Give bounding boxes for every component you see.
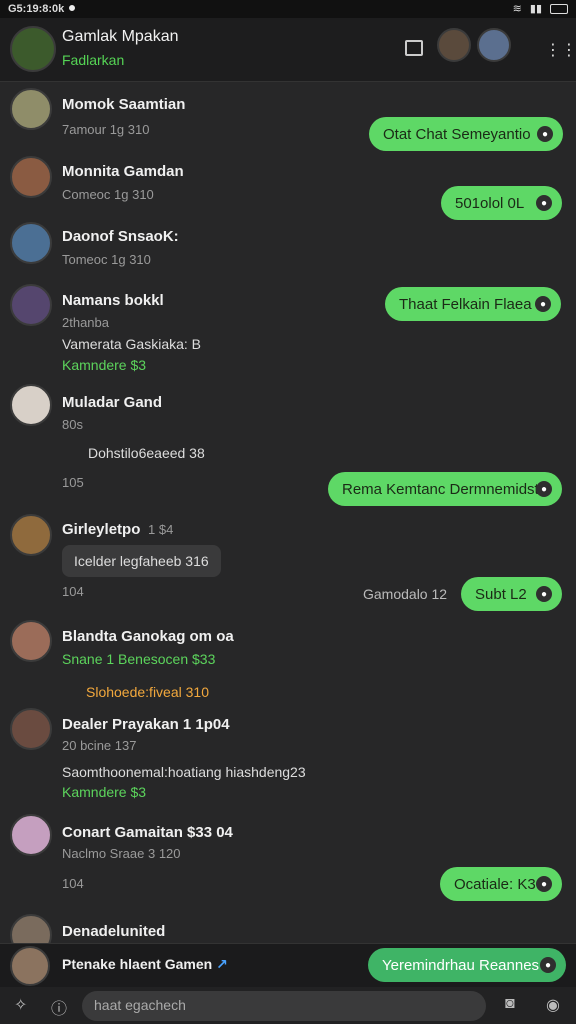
avatar[interactable] [10,284,52,326]
contact-meta: 20 bcine 137 [62,738,137,753]
status-icon: ● [536,481,552,497]
sent-message-bubble[interactable]: 501olol 0L ● [441,186,562,220]
status-icon: ● [535,296,551,312]
wifi-icon: ≋ [512,3,522,15]
status-icon: ● [536,195,552,211]
message-time: 104 [62,876,84,891]
status-icon: ● [536,876,552,892]
chat-header: Gamlak Mpakan Fadlarkan ⋮⋮ [0,18,576,82]
contact-meta: Snane 1 Benesocen $33 [62,651,216,667]
sent-message-bubble[interactable]: Rema Kemtanc Dermnemidst ● [328,472,562,506]
sent-message-bubble[interactable]: Otat Chat Semeyantio ● [369,117,563,151]
contact-name: Muladar Gand [62,394,163,411]
sent-message-bubble[interactable]: Ocatiale: K3 ● [440,867,562,901]
message-preview: Slohoede:fiveal 310 [86,684,209,700]
preview-bar: Ptenake hlaent Gamen ↗ Yeremindrhau Rean… [0,943,576,987]
avatar[interactable] [10,620,52,662]
contact-name: Namans bokkl [62,292,164,309]
camera-icon[interactable]: ◙ [505,995,515,1013]
side-label: Gamodalo 12 [363,586,448,602]
sent-message-bubble[interactable]: Thaat Felkain Flaea ● [385,287,561,321]
participant-avatar-1[interactable] [437,28,471,62]
composer: ✧ ⓘ haat egachech ◙ ◉ [0,987,576,1024]
message-input[interactable]: haat egachech [82,991,486,1021]
mic-icon[interactable]: ◉ [546,995,560,1015]
status-icon: ● [540,957,556,973]
avatar[interactable] [10,222,52,264]
status-icons: ≋ ▮▮ [513,2,568,15]
contact-name: Dealer Prayakan 1 1p04 [62,716,230,733]
header-subtitle: Fadlarkan [62,52,125,68]
message-pill[interactable]: Icelder legfaheeb 316 [62,545,221,577]
contact-name: Conart Gamaitan $33 04 [62,824,233,841]
avatar[interactable] [10,88,52,130]
avatar[interactable] [10,384,52,426]
avatar[interactable] [10,514,52,556]
contact-meta: Comeoc 1g 310 [62,187,154,202]
contact-meta: 2thanba [62,315,109,330]
avatar[interactable] [10,814,52,856]
signal-icon: ▮▮ [529,3,542,15]
battery-icon [550,3,568,14]
voice-icon[interactable]: ✧ [14,995,27,1015]
contact-name: Denadelunited [62,923,166,940]
contact-meta: Tomeoc 1g 310 [62,252,151,267]
contact-name: Girleyletpo [62,521,141,538]
sent-message-bubble[interactable]: Yeremindrhau Reannes ● [368,948,566,982]
message-preview: Saomthoonemal:hoatiang hiashdeng23 [62,764,306,780]
contact-meta: 1 $4 [148,522,174,537]
contact-name: Monnita Gamdan [62,163,184,180]
status-bar: G5:19:8:0k ≋ ▮▮ [0,0,576,18]
menu-icon[interactable]: ⋮⋮ [545,40,576,59]
sent-message-bubble[interactable]: Subt L2 ● [461,577,562,611]
status-time: G5:19:8:0k [8,3,65,15]
avatar[interactable] [10,156,52,198]
message-time: 105 [62,475,84,490]
message-preview: Dohstilo6eaeed 38 [88,445,205,461]
message-time: 104 [62,584,84,599]
message-preview: Vamerata Gaskiaka: B [62,336,202,352]
message-tag: Kamndere $3 [62,357,147,373]
preview-name: Ptenake hlaent Gamen ↗ [62,956,228,972]
notification-icon [66,2,78,14]
pin-icon[interactable] [405,40,423,56]
status-icon: ● [537,126,553,142]
contact-name: Momok Saamtian [62,96,186,113]
contact-name: Blandta Ganokag om oa [62,628,234,645]
info-icon[interactable]: ⓘ [51,995,67,1019]
contact-name: Daonof SnsaoK: [62,228,179,245]
contact-meta: Naclmo Sraae 3 120 [62,846,181,861]
avatar[interactable] [10,946,50,986]
contact-meta: 80s [62,417,83,432]
chat-app: G5:19:8:0k ≋ ▮▮ Gamlak Mpakan Fadlarkan … [0,0,576,1024]
header-title: Gamlak Mpakan [62,28,179,45]
status-icon: ● [536,586,552,602]
contact-meta: 7amour 1g 310 [62,122,150,137]
message-tag: Kamndere $3 [62,784,147,800]
avatar[interactable] [10,708,52,750]
header-avatar[interactable] [10,26,56,72]
participant-avatar-2[interactable] [477,28,511,62]
